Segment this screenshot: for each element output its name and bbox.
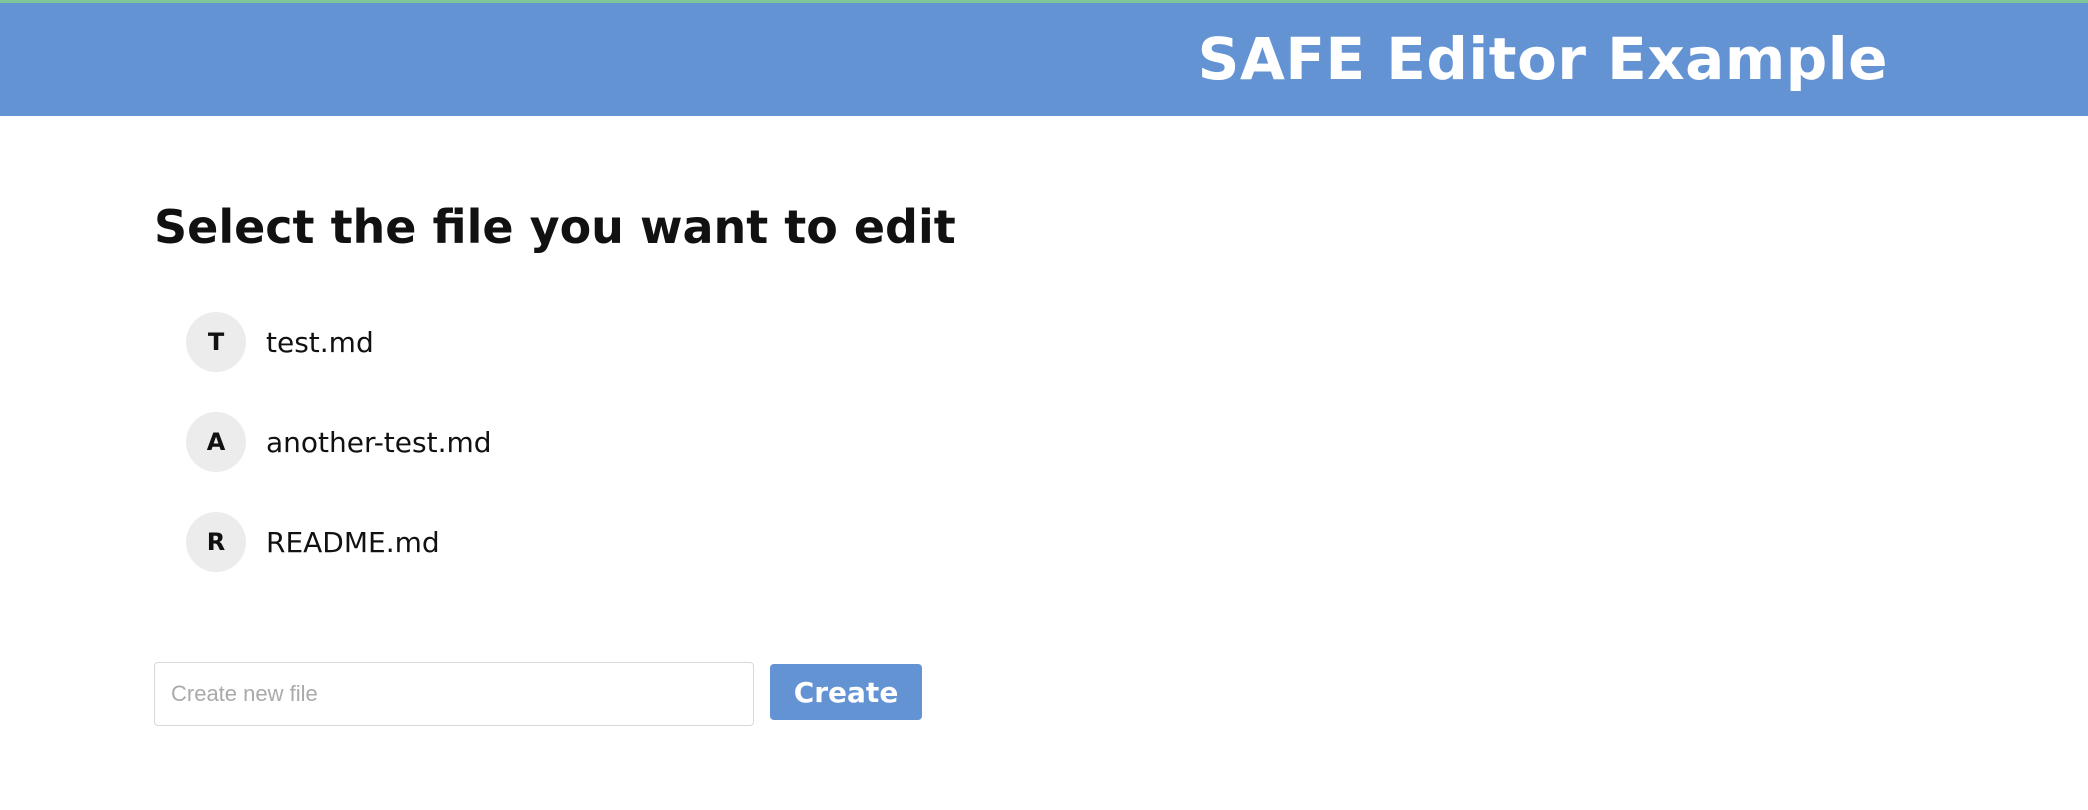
file-item-test-md[interactable]: T test.md	[186, 312, 492, 372]
file-avatar: R	[186, 512, 246, 572]
file-item-another-test-md[interactable]: A another-test.md	[186, 412, 492, 472]
file-name[interactable]: README.md	[266, 526, 440, 559]
file-name[interactable]: another-test.md	[266, 426, 492, 459]
create-button[interactable]: Create	[770, 664, 922, 720]
file-item-readme-md[interactable]: R README.md	[186, 512, 492, 572]
app-title: SAFE Editor Example	[1197, 25, 1888, 93]
app-header: SAFE Editor Example	[0, 0, 2088, 116]
file-avatar: T	[186, 312, 246, 372]
file-list: T test.md A another-test.md R README.md	[186, 312, 492, 612]
page-title: Select the file you want to edit	[154, 200, 956, 254]
file-avatar: A	[186, 412, 246, 472]
new-file-input[interactable]	[154, 662, 754, 726]
file-name[interactable]: test.md	[266, 326, 374, 359]
